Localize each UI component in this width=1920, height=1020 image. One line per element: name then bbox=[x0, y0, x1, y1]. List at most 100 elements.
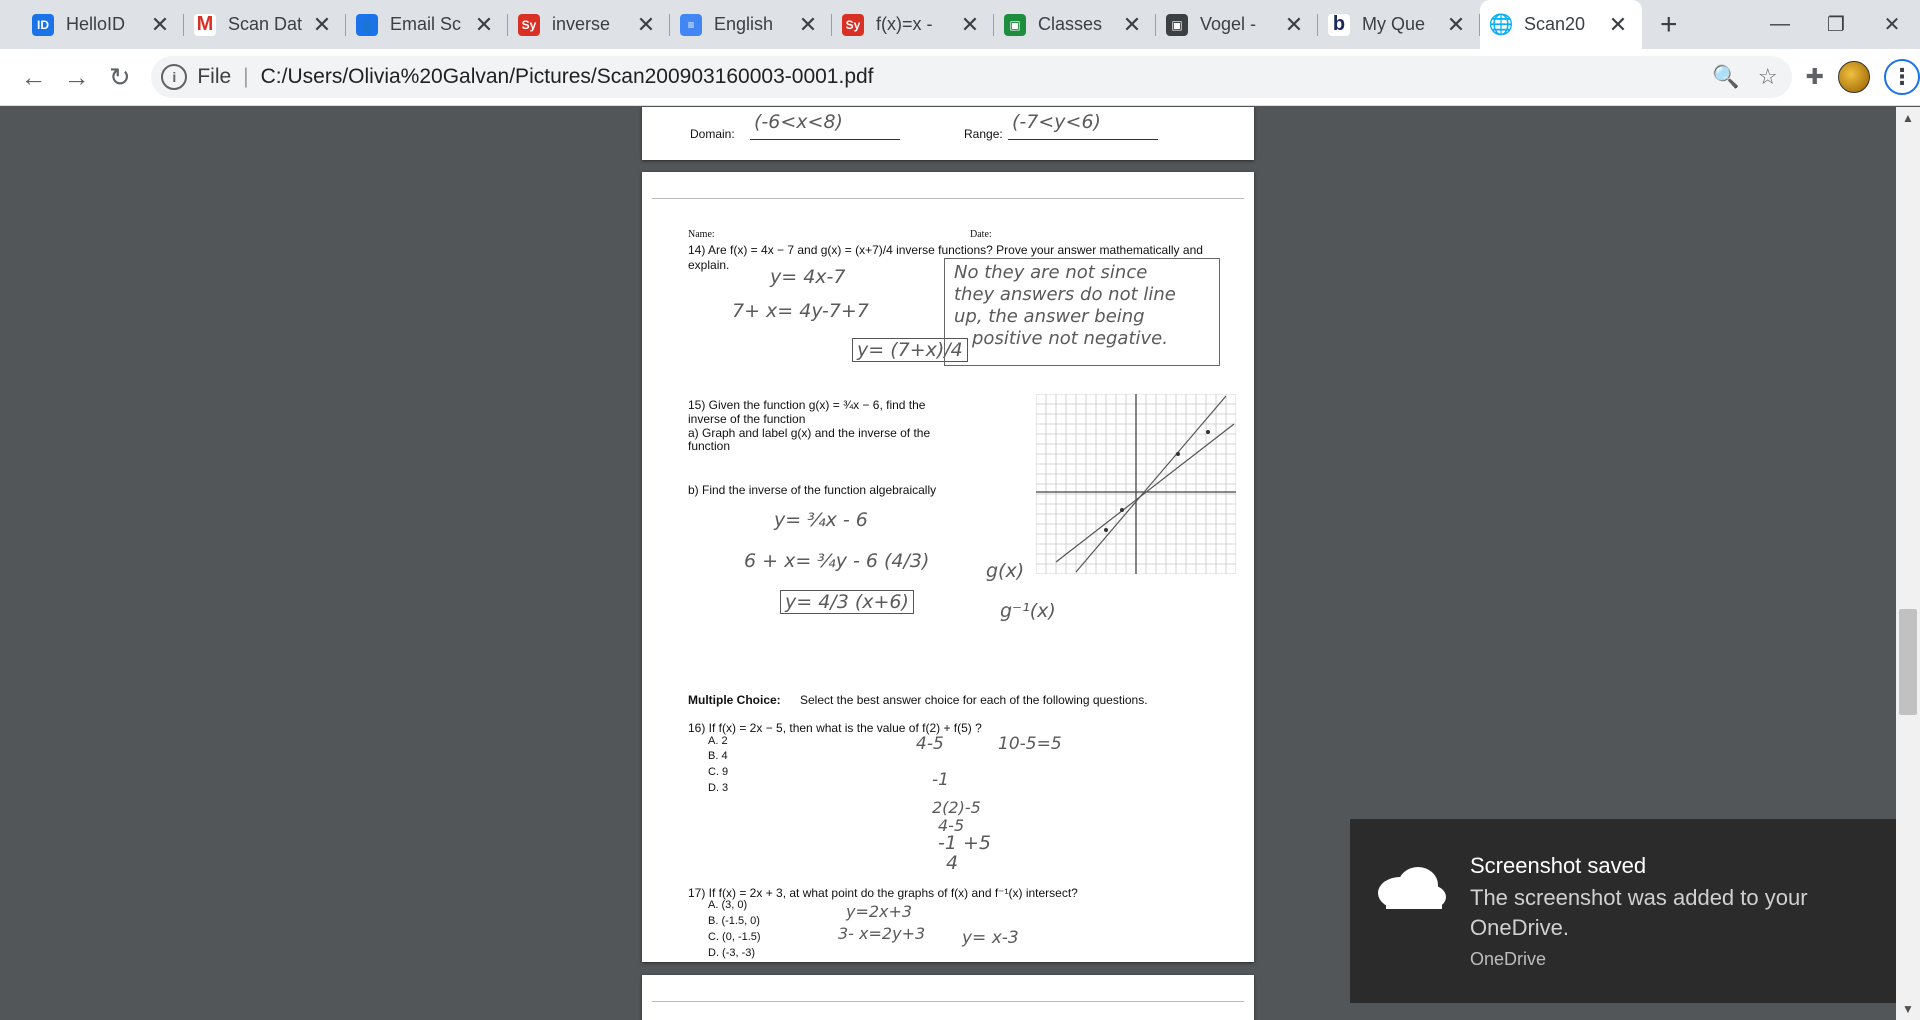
back-button[interactable]: ← bbox=[12, 55, 55, 99]
q16-work-4: 2(2)-5 bbox=[932, 798, 981, 817]
tab-title: HelloID bbox=[66, 14, 126, 34]
range-value: (-7<y<6) bbox=[1012, 111, 1101, 133]
tab-7[interactable]: ▣ Classes ✕ bbox=[994, 0, 1156, 49]
toast-app: OneDrive bbox=[1470, 949, 1547, 969]
tab-10[interactable]: 🌐 Scan20 ✕ bbox=[1480, 0, 1642, 49]
reload-button[interactable]: ↻ bbox=[98, 55, 141, 99]
graph-label-g-inverse: g⁻¹(x) bbox=[1000, 600, 1056, 622]
tab-title: Scan20 bbox=[1524, 14, 1586, 34]
tab-1[interactable]: ID HelloID ✕ bbox=[22, 0, 184, 49]
range-label: Range: bbox=[964, 127, 1003, 141]
tab-list: ID HelloID ✕ M Scan Data ✕ 👤 Email Sc ✕ Sy inverse… bbox=[0, 0, 1642, 49]
url-text[interactable]: C:/Users/Olivia%20Galvan/Pictures/Scan20… bbox=[261, 65, 874, 89]
question-15b: b) Find the inverse of the function alge… bbox=[688, 483, 937, 497]
sy-icon: Sy bbox=[518, 13, 540, 36]
toast-title: Screenshot saved bbox=[1470, 853, 1647, 878]
scroll-up-icon[interactable]: ▲ bbox=[1902, 111, 1914, 125]
q17-option-c: C. (0, -1.5) bbox=[708, 931, 761, 943]
q14-work-2: 7+ x= 4y-7+7 bbox=[732, 300, 869, 322]
coordinate-grid bbox=[1036, 394, 1236, 574]
domain-label: Domain: bbox=[690, 127, 735, 141]
close-tab-icon[interactable]: ✕ bbox=[960, 12, 980, 38]
onedrive-notification[interactable]: Screenshot saved The screenshot was adde… bbox=[1350, 819, 1896, 1003]
q16-option-a: A. 2 bbox=[708, 735, 728, 747]
vertical-scrollbar[interactable]: ▲ ▼ bbox=[1896, 107, 1920, 1020]
pdf-page-prev: Domain: (-6<x<8) Range: (-7<y<6) bbox=[642, 107, 1254, 160]
menu-button[interactable]: ⋮ bbox=[1884, 59, 1920, 95]
tab-title: Classes bbox=[1038, 14, 1103, 34]
q14-answer-2: they answers do not line bbox=[954, 284, 1176, 305]
scrollbar-thumb[interactable] bbox=[1899, 609, 1917, 715]
scheme-label: File bbox=[197, 65, 232, 88]
q15-work-3: y= 4/3 (x+6) bbox=[780, 590, 914, 614]
onedrive-cloud-icon bbox=[1378, 867, 1446, 909]
q14-answer-4: positive not negative. bbox=[972, 328, 1168, 349]
q16-option-c: C. 9 bbox=[708, 766, 729, 778]
tab-3[interactable]: 👤 Email Sc ✕ bbox=[346, 0, 508, 49]
close-tab-icon[interactable]: ✕ bbox=[1284, 12, 1304, 38]
domain-value: (-6<x<8) bbox=[754, 111, 843, 133]
date-label: Date: bbox=[970, 229, 992, 240]
name-label: Name: bbox=[688, 229, 715, 240]
q17-option-d: D. (-3, -3) bbox=[708, 947, 756, 959]
question-15a: a) Graph and label g(x) and the inverse … bbox=[688, 426, 931, 440]
tab-2[interactable]: M Scan Data ✕ bbox=[184, 0, 346, 49]
extensions-icon[interactable]: ✚ bbox=[1806, 64, 1824, 90]
q16-work-2: 10-5=5 bbox=[998, 734, 1062, 754]
address-bar[interactable]: i File | C:/Users/Olivia%20Galvan/Pictur… bbox=[151, 56, 1792, 98]
close-tab-icon[interactable]: ✕ bbox=[474, 12, 494, 38]
close-tab-icon[interactable]: ✕ bbox=[1608, 12, 1628, 38]
classroom-icon: ▣ bbox=[1004, 13, 1026, 36]
tab-5[interactable]: ≡ English ✕ bbox=[670, 0, 832, 49]
question-16: 16) If f(x) = 2x − 5, then what is the v… bbox=[688, 721, 982, 735]
minimize-button[interactable]: — bbox=[1752, 0, 1808, 49]
q16-work-1: 4-5 bbox=[916, 734, 944, 754]
scroll-down-icon[interactable]: ▼ bbox=[1902, 1002, 1914, 1016]
info-icon[interactable]: i bbox=[161, 64, 188, 90]
close-tab-icon[interactable]: ✕ bbox=[150, 12, 170, 38]
question-14-cont: explain. bbox=[688, 258, 730, 272]
close-window-button[interactable]: ✕ bbox=[1864, 0, 1920, 49]
tab-title: Email Sc bbox=[390, 14, 462, 34]
docs-icon: ≡ bbox=[680, 13, 702, 36]
restore-button[interactable]: ❐ bbox=[1808, 0, 1864, 49]
meet-icon: ▣ bbox=[1166, 13, 1188, 36]
graph-label-g: g(x) bbox=[986, 560, 1025, 582]
close-tab-icon[interactable]: ✕ bbox=[798, 12, 818, 38]
tab-4[interactable]: Sy inverse ✕ bbox=[508, 0, 670, 49]
q16-work-3: -1 bbox=[932, 770, 949, 790]
helloid-icon: ID bbox=[32, 13, 54, 36]
close-tab-icon[interactable]: ✕ bbox=[312, 12, 332, 38]
tab-6[interactable]: Sy f(x)=x - ✕ bbox=[832, 0, 994, 49]
forward-button[interactable]: → bbox=[55, 55, 98, 99]
new-tab-button[interactable]: + bbox=[1660, 0, 1678, 49]
close-tab-icon[interactable]: ✕ bbox=[636, 12, 656, 38]
q16-work-6: -1 +5 bbox=[938, 832, 991, 854]
mc-header: Multiple Choice: bbox=[688, 693, 781, 707]
tab-title: Scan Data bbox=[228, 14, 302, 34]
bookmark-star-icon[interactable]: ☆ bbox=[1758, 64, 1778, 90]
avatar[interactable] bbox=[1838, 61, 1870, 93]
b-icon: b bbox=[1328, 13, 1350, 36]
zoom-icon[interactable]: 🔍 bbox=[1712, 64, 1739, 90]
close-tab-icon[interactable]: ✕ bbox=[1446, 12, 1466, 38]
q17-work-2: 3- x=2y+3 bbox=[838, 924, 926, 943]
q17-option-b: B. (-1.5, 0) bbox=[708, 915, 760, 927]
tab-8[interactable]: ▣ Vogel - ✕ bbox=[1156, 0, 1318, 49]
q15-work-2: 6 + x= ¾y - 6 (4/3) bbox=[744, 550, 930, 572]
q14-work-1: y= 4x-7 bbox=[770, 266, 846, 288]
divider: | bbox=[243, 65, 249, 88]
sy-icon: Sy bbox=[842, 13, 864, 36]
q17-work-1: y=2x+3 bbox=[846, 902, 913, 921]
close-tab-icon[interactable]: ✕ bbox=[1122, 12, 1142, 38]
mc-instructions: Select the best answer choice for each o… bbox=[800, 693, 1148, 707]
question-14: 14) Are f(x) = 4x − 7 and g(x) = (x+7)/4… bbox=[688, 243, 1203, 257]
gmail-icon: M bbox=[194, 13, 216, 36]
contacts-icon: 👤 bbox=[356, 13, 378, 36]
pdf-page-next bbox=[642, 975, 1254, 1020]
question-17: 17) If f(x) = 2x + 3, at what point do t… bbox=[688, 886, 1078, 900]
q15-work-1: y= ¾x - 6 bbox=[774, 509, 868, 531]
q14-answer-3: up, the answer being bbox=[954, 306, 1145, 327]
tab-9[interactable]: b My Que ✕ bbox=[1318, 0, 1480, 49]
globe-icon: 🌐 bbox=[1488, 13, 1514, 36]
